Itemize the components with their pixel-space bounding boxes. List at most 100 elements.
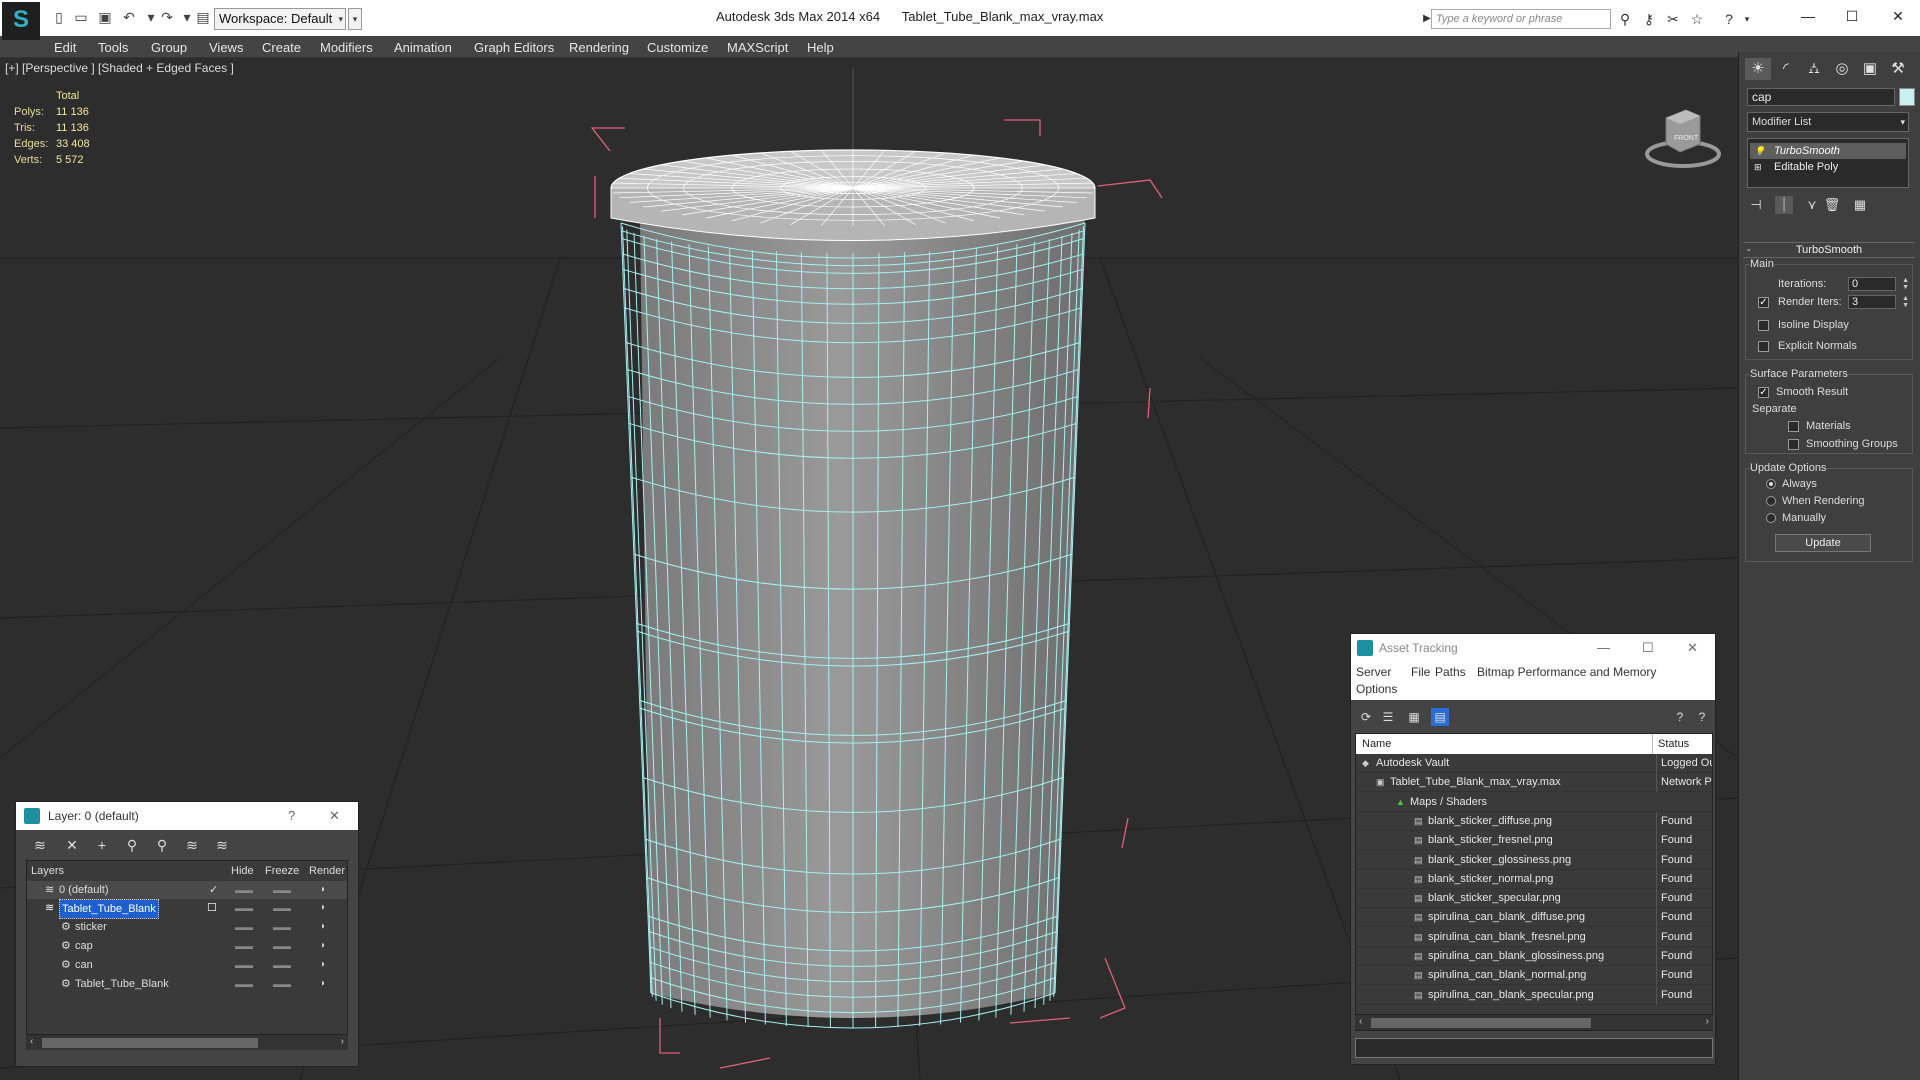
table-view-icon[interactable]: ▤ (1431, 708, 1449, 726)
render-teapot-icon[interactable]: ◗ (320, 881, 326, 899)
explicit-normals-checkbox[interactable] (1758, 341, 1769, 352)
stack-item-turbosmooth[interactable]: 💡 TurboSmooth (1750, 143, 1906, 159)
add-to-layer-icon[interactable]: + (92, 836, 112, 854)
layer-row[interactable]: ≋ Tablet_Tube_Blank ☐ ▬▬ ▬▬ ◗ (27, 899, 347, 919)
asset-horizontal-scrollbar[interactable]: ‹ › (1355, 1014, 1713, 1030)
spinner-arrows-icon[interactable]: ▲ ▼ (1902, 277, 1909, 291)
hide-toggle[interactable]: ▬▬ (235, 899, 253, 917)
freeze-all-layers-icon[interactable]: ≋ (212, 836, 232, 854)
hierarchy-tab-icon[interactable]: ⛼ (1801, 58, 1827, 80)
refresh-icon[interactable]: ⟳ (1357, 708, 1375, 726)
help-dropdown-icon[interactable]: ▾ (1738, 10, 1756, 28)
freeze-toggle[interactable]: ▬▬ (273, 956, 291, 974)
subscription-icon[interactable]: ⚷ (1640, 10, 1658, 28)
menu-customize[interactable]: Customize (647, 40, 708, 55)
minimize-button[interactable]: — (1796, 6, 1820, 26)
render-teapot-icon[interactable]: ◗ (320, 956, 326, 974)
menu-views[interactable]: Views (209, 40, 243, 55)
stack-item-editable-poly[interactable]: ⊞ Editable Poly (1750, 159, 1906, 175)
menu-animation[interactable]: Animation (394, 40, 452, 55)
layer-row[interactable]: ≋ 0 (default) ✓ ▬▬ ▬▬ ◗ (27, 881, 347, 899)
asset-row[interactable]: ▤ spirulina_can_blank_fresnel.png Found (1356, 927, 1712, 947)
manually-radio[interactable] (1766, 513, 1776, 523)
create-tab-sun-icon[interactable]: ☀ (1745, 58, 1771, 80)
asset-menu-options[interactable]: Options (1356, 682, 1397, 696)
menu-tools[interactable]: Tools (98, 40, 128, 55)
new-file-icon[interactable]: ▯ (50, 9, 68, 25)
column-status[interactable]: Status (1658, 738, 1689, 750)
hide-toggle[interactable]: ▬▬ (235, 937, 253, 955)
column-layers[interactable]: Layers (31, 865, 64, 877)
scroll-right-icon[interactable]: › (341, 1036, 344, 1047)
select-objects-in-layer-icon[interactable]: ⚲ (122, 836, 142, 854)
asset-menu-bitmap-performance[interactable]: Bitmap Performance and Memory (1477, 665, 1656, 679)
layer-close-button[interactable]: ✕ (329, 808, 340, 824)
scroll-right-icon[interactable]: › (1706, 1016, 1709, 1027)
freeze-toggle[interactable]: ▬▬ (273, 975, 291, 993)
save-file-icon[interactable]: ▣ (96, 9, 114, 25)
display-tab-icon[interactable]: ▣ (1857, 58, 1883, 80)
freeze-toggle[interactable]: ▬▬ (273, 881, 291, 899)
column-hide[interactable]: Hide (231, 865, 254, 877)
column-render[interactable]: Render (309, 865, 345, 877)
expand-plus-icon[interactable]: ⊞ (1754, 159, 1762, 175)
menu-group[interactable]: Group (151, 40, 187, 55)
favorites-star-icon[interactable]: ☆ (1688, 10, 1706, 28)
scrollbar-thumb[interactable] (1371, 1018, 1591, 1028)
spinner-arrows-icon[interactable]: ▲ ▼ (1902, 295, 1909, 309)
menu-graph-editors[interactable]: Graph Editors (474, 40, 554, 55)
smoothing-groups-checkbox[interactable] (1788, 439, 1799, 450)
close-button[interactable]: ✕ (1886, 6, 1910, 26)
create-layer-icon[interactable]: ≋ (30, 836, 50, 854)
hide-all-layers-icon[interactable]: ≋ (182, 836, 202, 854)
asset-row[interactable]: ▤ spirulina_can_blank_normal.png Found (1356, 966, 1712, 986)
show-end-result-icon[interactable]: ⏐ (1775, 196, 1793, 214)
object-name-input[interactable]: cap (1747, 88, 1895, 106)
menu-modifiers[interactable]: Modifiers (320, 40, 373, 55)
asset-row[interactable]: ▤ blank_sticker_glossiness.png Found (1356, 850, 1712, 870)
menu-edit[interactable]: Edit (54, 40, 76, 55)
asset-close-button[interactable]: ✕ (1687, 640, 1698, 656)
modify-tab-icon[interactable]: ◜ (1773, 58, 1799, 80)
column-freeze[interactable]: Freeze (265, 865, 299, 877)
render-iters-checkbox[interactable]: ✓ (1758, 297, 1769, 308)
modifier-list-dropdown[interactable]: Modifier List ▾ (1747, 112, 1909, 132)
asset-row[interactable]: ▲ Maps / Shaders (1356, 793, 1712, 812)
turbosmooth-rollout-header[interactable]: - TurboSmooth (1743, 242, 1915, 258)
asset-menu-server[interactable]: Server (1356, 665, 1391, 679)
smooth-result-checkbox[interactable]: ✓ (1758, 387, 1769, 398)
render-teapot-icon[interactable]: ◗ (320, 937, 326, 955)
undo-icon[interactable]: ↶ (120, 9, 138, 25)
materials-checkbox[interactable] (1788, 421, 1799, 432)
layer-row[interactable]: ⚙ sticker ▬▬ ▬▬ ◗ (27, 918, 347, 936)
lightbulb-icon[interactable]: 💡 (1754, 143, 1765, 159)
render-iters-spinner[interactable]: 3 ▲ ▼ (1848, 295, 1909, 309)
delete-layer-icon[interactable]: ✕ (62, 836, 82, 854)
freeze-toggle[interactable]: ▬▬ (273, 899, 291, 917)
hide-toggle[interactable]: ▬▬ (235, 881, 253, 899)
menu-maxscript[interactable]: MAXScript (727, 40, 788, 55)
search-input[interactable]: Type a keyword or phrase (1431, 9, 1611, 29)
help-icon[interactable]: ? (1720, 10, 1738, 28)
open-file-icon[interactable]: ▭ (72, 9, 90, 25)
hide-toggle[interactable]: ▬▬ (235, 975, 253, 993)
configure-modifier-sets-icon[interactable]: ▦ (1851, 196, 1869, 214)
menu-help[interactable]: Help (807, 40, 834, 55)
utilities-tab-icon[interactable]: ⚒ (1885, 58, 1911, 80)
motion-tab-icon[interactable]: ◎ (1829, 58, 1855, 80)
app-logo-icon[interactable]: S (2, 2, 40, 40)
pin-stack-icon[interactable]: ⊣ (1747, 196, 1765, 214)
asset-row[interactable]: ▤ spirulina_can_blank_specular.png Found (1356, 985, 1712, 1005)
asset-minimize-button[interactable]: — (1597, 640, 1610, 655)
asset-row[interactable]: ▤ blank_sticker_normal.png Found (1356, 869, 1712, 889)
layer-row[interactable]: ⚙ cap ▬▬ ▬▬ ◗ (27, 937, 347, 955)
layer-help-button[interactable]: ? (288, 808, 295, 823)
asset-row[interactable]: ▤ blank_sticker_fresnel.png Found (1356, 831, 1712, 851)
redo-icon[interactable]: ↷ (158, 9, 176, 25)
freeze-toggle[interactable]: ▬▬ (273, 918, 291, 936)
maximize-button[interactable]: ☐ (1840, 6, 1864, 26)
render-teapot-icon[interactable]: ◗ (320, 899, 326, 917)
layer-row[interactable]: ⚙ can ▬▬ ▬▬ ◗ (27, 956, 347, 974)
asset-maximize-button[interactable]: ☐ (1642, 640, 1654, 656)
freeze-toggle[interactable]: ▬▬ (273, 937, 291, 955)
